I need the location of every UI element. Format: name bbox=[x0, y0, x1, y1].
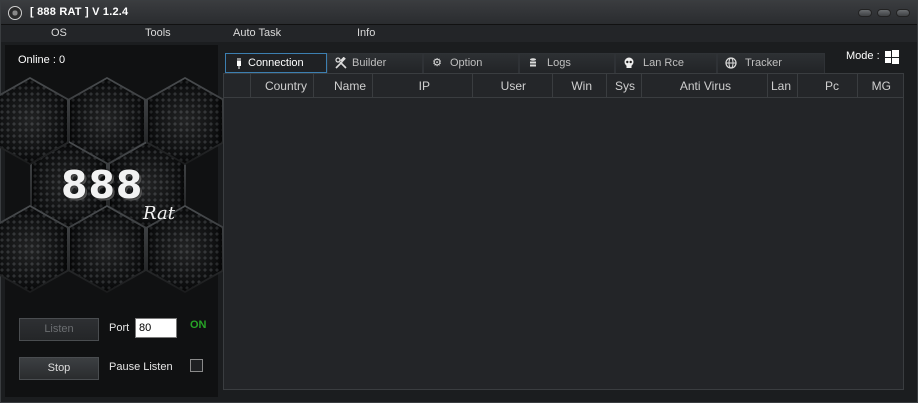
column-name[interactable]: Name bbox=[314, 74, 373, 98]
close-button[interactable] bbox=[896, 9, 910, 17]
globe-icon bbox=[725, 57, 737, 69]
tab-label: Lan Rce bbox=[643, 57, 684, 69]
tab-logs[interactable]: Logs bbox=[519, 53, 615, 73]
column-pc[interactable]: Pc bbox=[798, 74, 858, 98]
column-ip[interactable]: IP bbox=[373, 74, 473, 98]
pause-listen-checkbox[interactable] bbox=[190, 359, 203, 372]
stop-button[interactable]: Stop bbox=[19, 357, 99, 380]
column-select[interactable] bbox=[224, 74, 251, 98]
tab-label: Connection bbox=[248, 57, 304, 69]
port-input[interactable] bbox=[135, 318, 177, 338]
table-header: Country Name IP User Win Sys Anti Virus … bbox=[224, 74, 903, 98]
column-country[interactable]: Country bbox=[251, 74, 314, 98]
plug-icon bbox=[233, 57, 245, 69]
tab-label: Option bbox=[450, 57, 483, 69]
windows-icon[interactable] bbox=[885, 50, 899, 64]
port-label: Port bbox=[109, 322, 130, 334]
window-title: [ 888 RAT ] V 1.2.4 bbox=[30, 6, 129, 18]
tab-tracker[interactable]: Tracker bbox=[717, 53, 825, 73]
logo-888-text: 888 bbox=[61, 163, 144, 207]
column-sys[interactable]: Sys bbox=[607, 74, 642, 98]
tab-builder[interactable]: Builder bbox=[327, 53, 423, 73]
tab-label: Tracker bbox=[745, 57, 782, 69]
menu-bar: OS Tools Auto Task Info bbox=[1, 25, 917, 42]
column-user[interactable]: User bbox=[473, 74, 553, 98]
tab-connection[interactable]: Connection bbox=[225, 53, 327, 73]
maximize-button[interactable] bbox=[877, 9, 891, 17]
gear-icon: ⚙ bbox=[432, 57, 442, 69]
menu-tools[interactable]: Tools bbox=[145, 27, 171, 39]
menu-info[interactable]: Info bbox=[357, 27, 375, 39]
pause-listen-label: Pause Listen bbox=[109, 361, 173, 373]
column-anti-virus[interactable]: Anti Virus bbox=[642, 74, 768, 98]
logo-rat-text: Rat bbox=[143, 203, 175, 224]
column-win[interactable]: Win bbox=[553, 74, 607, 98]
menu-os[interactable]: OS bbox=[51, 27, 67, 39]
online-count: Online : 0 bbox=[18, 54, 66, 66]
main-window: [ 888 RAT ] V 1.2.4 OS Tools Auto Task I… bbox=[0, 0, 918, 403]
mode-label: Mode : bbox=[846, 50, 880, 62]
app-icon[interactable] bbox=[8, 6, 22, 20]
tab-lan-rce[interactable]: Lan Rce bbox=[615, 53, 717, 73]
tab-label: Logs bbox=[547, 57, 571, 69]
listen-button[interactable]: Listen bbox=[19, 318, 99, 341]
column-mg[interactable]: MG bbox=[858, 74, 903, 98]
tools-icon bbox=[335, 56, 347, 69]
left-panel: Online : 0 888 Rat Listen Port ON Stop P… bbox=[0, 45, 224, 397]
logs-icon bbox=[527, 57, 539, 69]
minimize-button[interactable] bbox=[858, 9, 872, 17]
title-bar[interactable]: [ 888 RAT ] V 1.2.4 bbox=[1, 1, 917, 25]
menu-auto-task[interactable]: Auto Task bbox=[233, 27, 281, 39]
tab-option[interactable]: ⚙ Option bbox=[423, 53, 519, 73]
tab-label: Builder bbox=[352, 57, 387, 69]
connection-table[interactable]: Country Name IP User Win Sys Anti Virus … bbox=[223, 73, 904, 390]
column-lan[interactable]: Lan bbox=[768, 74, 798, 98]
skull-icon bbox=[623, 57, 635, 69]
status-badge: ON bbox=[190, 319, 207, 331]
